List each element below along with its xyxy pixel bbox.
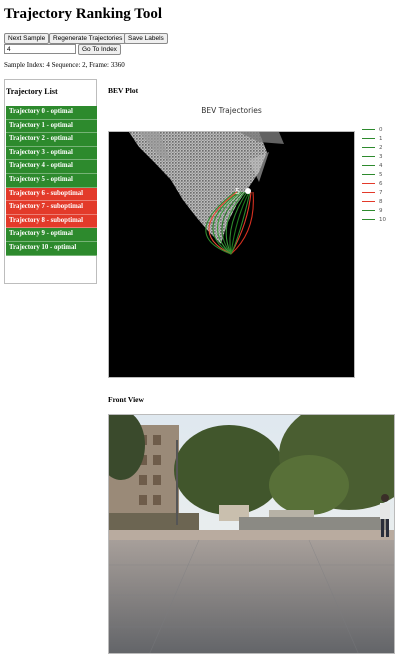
legend-line — [362, 219, 375, 220]
legend-entry-10: 10 — [362, 215, 386, 224]
trajectory-list: Trajectory 0 - optimal Trajectory 1 - opt… — [6, 106, 97, 256]
legend-line — [362, 138, 375, 139]
legend-entry-2: 2 — [362, 143, 386, 152]
trajectory-item-4[interactable]: Trajectory 4 - optimal — [6, 160, 97, 174]
legend-entry-5: 5 — [362, 170, 386, 179]
legend-label: 1 — [379, 135, 383, 142]
trajectory-item-6[interactable]: Trajectory 6 - suboptimal — [6, 187, 97, 202]
legend-label: 10 — [379, 216, 386, 223]
legend-entry-9: 9 — [362, 206, 386, 215]
legend-entry-1: 1 — [362, 134, 386, 143]
sample-info: Sample Index: 4 Sequence: 2, Frame: 3360 — [4, 61, 125, 69]
legend-entry-6: 6 — [362, 179, 386, 188]
tree-center — [174, 425, 284, 515]
trajectory-item-1[interactable]: Trajectory 1 - optimal — [6, 119, 97, 134]
legend-entry-4: 4 — [362, 161, 386, 170]
go-to-index-button[interactable]: Go To Index — [78, 44, 121, 55]
trajectory-item-9[interactable]: Trajectory 9 - optimal — [6, 228, 97, 242]
legend-line — [362, 192, 375, 193]
trajectory-item-10[interactable]: Trajectory 10 - optimal — [6, 241, 97, 256]
plaza-pavement — [109, 540, 394, 653]
legend-label: 3 — [379, 153, 383, 160]
legend-line — [362, 165, 375, 166]
legend-label: 2 — [379, 144, 383, 151]
trajectory-item-5[interactable]: Trajectory 5 - optimal — [6, 173, 97, 188]
bev-plot-canvas: 5 — [129, 132, 284, 255]
index-input[interactable] — [4, 44, 76, 54]
regenerate-trajectories-button[interactable]: Regenerate Trajectories — [49, 33, 127, 44]
front-view-scene — [109, 415, 394, 653]
legend-line — [362, 210, 375, 211]
bev-legend: 0 1 2 3 4 5 6 7 8 9 10 — [362, 125, 386, 224]
legend-line — [362, 174, 375, 175]
trajectory-item-3[interactable]: Trajectory 3 - optimal — [6, 146, 97, 161]
legend-label: 4 — [379, 162, 383, 169]
next-sample-button[interactable]: Next Sample — [4, 33, 50, 44]
ego-marker — [245, 188, 251, 194]
lamp-post — [176, 440, 178, 525]
save-labels-button[interactable]: Save Labels — [124, 33, 168, 44]
legend-entry-0: 0 — [362, 125, 386, 134]
legend-label: 9 — [379, 207, 383, 214]
trajectory-item-7[interactable]: Trajectory 7 - suboptimal — [6, 201, 97, 215]
trajectory-list-panel: Trajectory List Trajectory 0 - optimal Tr… — [4, 79, 97, 284]
page-title: Trajectory Ranking Tool — [4, 6, 163, 22]
legend-line — [362, 183, 375, 184]
legend-label: 7 — [379, 189, 383, 196]
front-view-title: Front View — [108, 395, 144, 404]
trajectory-item-0[interactable]: Trajectory 0 - optimal — [6, 106, 97, 120]
trajectory-marker-label: 5 — [235, 187, 240, 196]
trajectory-item-2[interactable]: Trajectory 2 - optimal — [6, 133, 97, 147]
legend-entry-7: 7 — [362, 188, 386, 197]
legend-line — [362, 201, 375, 202]
legend-label: 0 — [379, 126, 383, 133]
bev-plot-title: BEV Trajectories — [201, 106, 262, 115]
bev-plot: 5 — [108, 131, 355, 378]
legend-label: 8 — [379, 198, 383, 205]
trajectory-item-8[interactable]: Trajectory 8 - suboptimal — [6, 214, 97, 229]
legend-entry-8: 8 — [362, 197, 386, 206]
legend-entry-3: 3 — [362, 152, 386, 161]
legend-line — [362, 147, 375, 148]
point-cloud — [129, 132, 267, 244]
trajectory-list-title: Trajectory List — [6, 87, 58, 96]
bev-section-title: BEV Plot — [108, 86, 139, 95]
legend-line — [362, 156, 375, 157]
legend-line — [362, 129, 375, 130]
legend-label: 5 — [379, 171, 383, 178]
legend-label: 6 — [379, 180, 383, 187]
front-view-image — [108, 414, 395, 654]
